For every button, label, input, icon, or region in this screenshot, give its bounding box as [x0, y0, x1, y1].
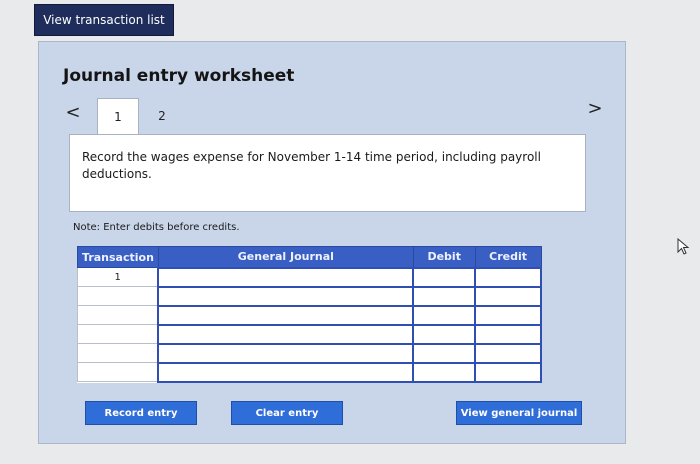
account-input[interactable]: [157, 266, 415, 288]
table-row: [77, 361, 542, 383]
credit-input[interactable]: [474, 266, 542, 288]
transaction-cell: [77, 343, 159, 363]
table-row: [77, 323, 542, 345]
debit-input[interactable]: [412, 361, 477, 383]
clear-entry-button[interactable]: Clear entry: [231, 401, 343, 425]
tab-1[interactable]: 1: [97, 98, 139, 134]
header-transaction: Transaction: [77, 246, 159, 268]
debit-input[interactable]: [412, 285, 477, 307]
mouse-cursor-icon: [676, 237, 692, 260]
instruction-text: Record the wages expense for November 1-…: [82, 150, 541, 182]
transaction-cell: [77, 324, 159, 344]
debit-input[interactable]: [412, 266, 477, 288]
credit-input[interactable]: [474, 342, 542, 364]
transaction-cell: [77, 305, 159, 325]
transaction-cell: [77, 362, 159, 382]
tab-2[interactable]: 2: [141, 98, 183, 134]
transaction-cell: 1: [77, 267, 159, 287]
credit-input[interactable]: [474, 323, 542, 345]
debit-input[interactable]: [412, 342, 477, 364]
worksheet-title: Journal entry worksheet: [63, 66, 295, 86]
table-row: [77, 304, 542, 326]
journal-table: Transaction General Journal Debit Credit…: [77, 246, 542, 383]
header-debit: Debit: [412, 246, 476, 268]
account-input[interactable]: [157, 285, 415, 307]
account-input[interactable]: [157, 342, 415, 364]
view-transaction-list-button[interactable]: View transaction list: [34, 4, 174, 36]
chevron-right-icon[interactable]: >: [585, 98, 605, 119]
account-input[interactable]: [157, 361, 415, 383]
table-row: [77, 342, 542, 364]
view-general-journal-button[interactable]: View general journal: [456, 401, 582, 425]
credit-input[interactable]: [474, 285, 542, 307]
journal-worksheet-panel: Journal entry worksheet < 1 2 > Record t…: [38, 41, 626, 444]
header-credit: Credit: [474, 246, 542, 268]
instruction-box: Record the wages expense for November 1-…: [69, 134, 586, 212]
credit-input[interactable]: [474, 304, 542, 326]
debit-input[interactable]: [412, 323, 477, 345]
cursor-arrow-icon: [677, 237, 690, 255]
chevron-left-icon[interactable]: <: [63, 102, 83, 123]
transaction-cell: [77, 286, 159, 306]
debit-input[interactable]: [412, 304, 477, 326]
account-input[interactable]: [157, 304, 415, 326]
table-row: [77, 285, 542, 307]
record-entry-button[interactable]: Record entry: [85, 401, 197, 425]
account-input[interactable]: [157, 323, 415, 345]
header-general-journal: General Journal: [157, 246, 414, 268]
table-row: 1: [77, 266, 542, 288]
journal-header-row: Transaction General Journal Debit Credit: [77, 246, 542, 268]
credit-input[interactable]: [474, 361, 542, 383]
note-text: Note: Enter debits before credits.: [73, 222, 240, 233]
